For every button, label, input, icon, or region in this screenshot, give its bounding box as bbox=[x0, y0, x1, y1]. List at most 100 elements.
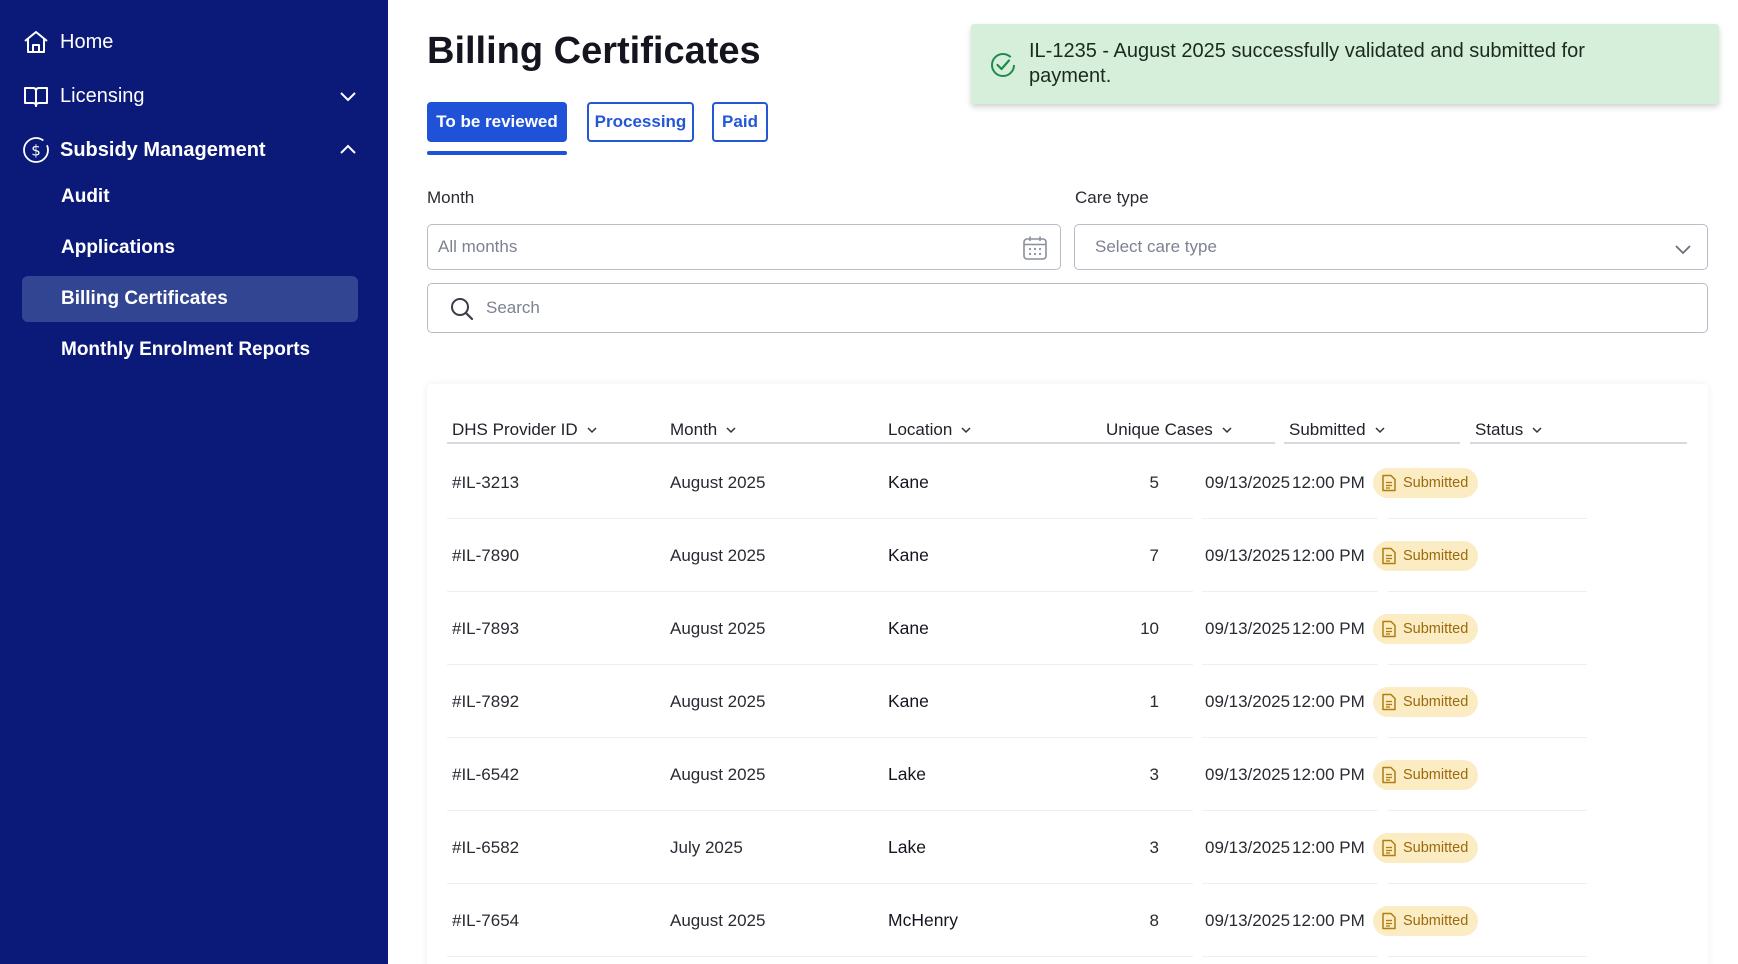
chevron-up-icon[interactable] bbox=[338, 140, 358, 160]
search-placeholder: Search bbox=[486, 298, 540, 317]
status-label: Submitted bbox=[1403, 621, 1469, 637]
location-cell: Kane bbox=[888, 618, 929, 638]
sidebar-item-label: Subsidy Management bbox=[60, 138, 266, 161]
status-label: Submitted bbox=[1403, 913, 1469, 929]
location-cell: Lake bbox=[888, 837, 926, 857]
header-divider bbox=[447, 442, 1275, 444]
home-icon bbox=[22, 28, 50, 56]
submitted-date-cell: 09/13/2025 bbox=[1205, 691, 1291, 711]
chevron-down-icon bbox=[1675, 245, 1691, 255]
sidebar-item-audit[interactable]: Audit bbox=[22, 174, 358, 220]
submitted-date-cell: 09/13/2025 bbox=[1205, 618, 1291, 638]
billing-certificates-table: DHS Provider ID Month Location Unique Ca… bbox=[427, 384, 1708, 964]
row-divider bbox=[1202, 956, 1378, 957]
document-icon bbox=[1381, 912, 1403, 930]
submitted-date-cell: 09/13/2025 bbox=[1205, 837, 1291, 857]
sidebar-item-label: Licensing bbox=[60, 84, 145, 107]
provider-id-cell: #IL-7893 bbox=[452, 618, 520, 638]
header-label: Submitted bbox=[1289, 420, 1366, 439]
sort-chevron-icon bbox=[1222, 427, 1232, 434]
header-label: Location bbox=[888, 420, 953, 439]
status-badge: Submitted bbox=[1373, 468, 1479, 498]
chevron-down-icon[interactable] bbox=[338, 86, 358, 106]
header-label: Unique Cases bbox=[1106, 420, 1213, 439]
status-badge: Submitted bbox=[1373, 614, 1479, 644]
document-icon bbox=[1381, 839, 1403, 857]
location-cell: Kane bbox=[888, 472, 929, 492]
sidebar-item-home[interactable]: Home bbox=[22, 22, 362, 62]
header-label: Status bbox=[1475, 420, 1524, 439]
unique-cases-cell: 3 bbox=[1149, 837, 1159, 857]
unique-cases-cell: 10 bbox=[1140, 618, 1159, 638]
status-badge: Submitted bbox=[1373, 541, 1479, 571]
sort-chevron-icon bbox=[587, 427, 597, 434]
unique-cases-cell: 5 bbox=[1149, 472, 1159, 492]
status-badge: Submitted bbox=[1373, 687, 1479, 717]
table-row[interactable]: #IL-6542 August 2025 Lake 3 09/13/2025 12:00 … bbox=[447, 738, 1687, 811]
table-row[interactable]: #IL-7890 August 2025 Kane 7 09/13/2025 12:00 … bbox=[447, 519, 1687, 592]
submitted-time-cell: 12:00 PM bbox=[1292, 764, 1365, 784]
tab-to-be-reviewed[interactable]: To be reviewed bbox=[427, 102, 567, 142]
provider-id-cell: #IL-6542 bbox=[452, 764, 520, 784]
document-icon bbox=[1381, 547, 1403, 565]
care-type-label: Care type bbox=[1075, 188, 1149, 207]
month-cell: August 2025 bbox=[670, 764, 766, 784]
month-field[interactable]: All months bbox=[427, 224, 1061, 270]
book-icon bbox=[22, 82, 50, 110]
table-row[interactable]: #IL-6582 July 2025 Lake 3 09/13/2025 12:00 PM… bbox=[447, 811, 1687, 884]
tab-processing[interactable]: Processing bbox=[587, 102, 694, 142]
sidebar-item-subsidy-management[interactable]: $ Subsidy Management bbox=[22, 130, 362, 170]
submitted-date-cell: 09/13/2025 bbox=[1205, 764, 1291, 784]
status-label: Submitted bbox=[1403, 694, 1469, 710]
status-label: Submitted bbox=[1403, 475, 1469, 491]
status-badge: Submitted bbox=[1373, 760, 1479, 790]
document-icon bbox=[1381, 693, 1403, 711]
submitted-time-cell: 12:00 PM bbox=[1292, 545, 1365, 565]
sort-chevron-icon bbox=[1375, 427, 1385, 434]
status-label: Submitted bbox=[1403, 840, 1469, 856]
submitted-time-cell: 12:00 PM bbox=[1292, 691, 1365, 711]
month-placeholder: All months bbox=[438, 237, 518, 256]
provider-id-cell: #IL-7892 bbox=[452, 691, 520, 711]
sidebar-item-applications[interactable]: Applications bbox=[22, 225, 358, 271]
table-row[interactable]: #IL-7892 August 2025 Kane 1 09/13/2025 12:00 … bbox=[447, 665, 1687, 738]
unique-cases-cell: 1 bbox=[1149, 691, 1159, 711]
table-row[interactable]: #IL-7654 August 2025 McHenry 8 09/13/2025 12:… bbox=[447, 884, 1687, 957]
document-icon bbox=[1381, 766, 1403, 784]
provider-id-cell: #IL-6582 bbox=[452, 837, 520, 857]
tab-paid[interactable]: Paid bbox=[712, 102, 768, 142]
document-icon bbox=[1381, 474, 1403, 492]
row-divider bbox=[1388, 956, 1587, 957]
table-row[interactable]: #IL-3213 August 2025 Kane 5 09/13/2025 12:00 … bbox=[447, 446, 1687, 519]
submitted-date-cell: 09/13/2025 bbox=[1205, 545, 1291, 565]
sidebar-item-billing-certificates[interactable]: Billing Certificates bbox=[22, 276, 358, 322]
care-type-select[interactable]: Select care type bbox=[1074, 224, 1708, 270]
status-label: Submitted bbox=[1403, 548, 1469, 564]
provider-id-cell: #IL-7654 bbox=[452, 910, 520, 930]
provider-id-cell: #IL-7890 bbox=[452, 545, 520, 565]
sort-chevron-icon bbox=[1532, 427, 1542, 434]
location-cell: Lake bbox=[888, 764, 926, 784]
toast-message: IL-1235 - August 2025 successfully valid… bbox=[1029, 40, 1585, 87]
header-label: Month bbox=[670, 420, 718, 439]
header-divider bbox=[1470, 442, 1687, 444]
month-cell: August 2025 bbox=[670, 472, 766, 492]
submitted-date-cell: 09/13/2025 bbox=[1205, 472, 1291, 492]
status-badge: Submitted bbox=[1373, 906, 1479, 936]
location-cell: McHenry bbox=[888, 910, 959, 930]
table-row[interactable]: #IL-7893 August 2025 Kane 10 09/13/2025 12:00… bbox=[447, 592, 1687, 665]
header-divider bbox=[1284, 442, 1460, 444]
sort-chevron-icon bbox=[726, 427, 736, 434]
care-type-placeholder: Select care type bbox=[1095, 237, 1217, 256]
sidebar-item-licensing[interactable]: Licensing bbox=[22, 76, 362, 116]
status-badge: Submitted bbox=[1373, 833, 1479, 863]
calendar-icon[interactable] bbox=[1022, 235, 1048, 261]
month-cell: July 2025 bbox=[670, 837, 743, 857]
submitted-time-cell: 12:00 PM bbox=[1292, 837, 1365, 857]
search-input[interactable]: Search bbox=[427, 283, 1708, 333]
sidebar-item-monthly-enrolment-reports[interactable]: Monthly Enrolment Reports bbox=[22, 327, 358, 373]
document-icon bbox=[1381, 620, 1403, 638]
unique-cases-cell: 7 bbox=[1149, 545, 1159, 565]
success-toast: IL-1235 - August 2025 successfully valid… bbox=[971, 24, 1719, 104]
submitted-date-cell: 09/13/2025 bbox=[1205, 910, 1291, 930]
